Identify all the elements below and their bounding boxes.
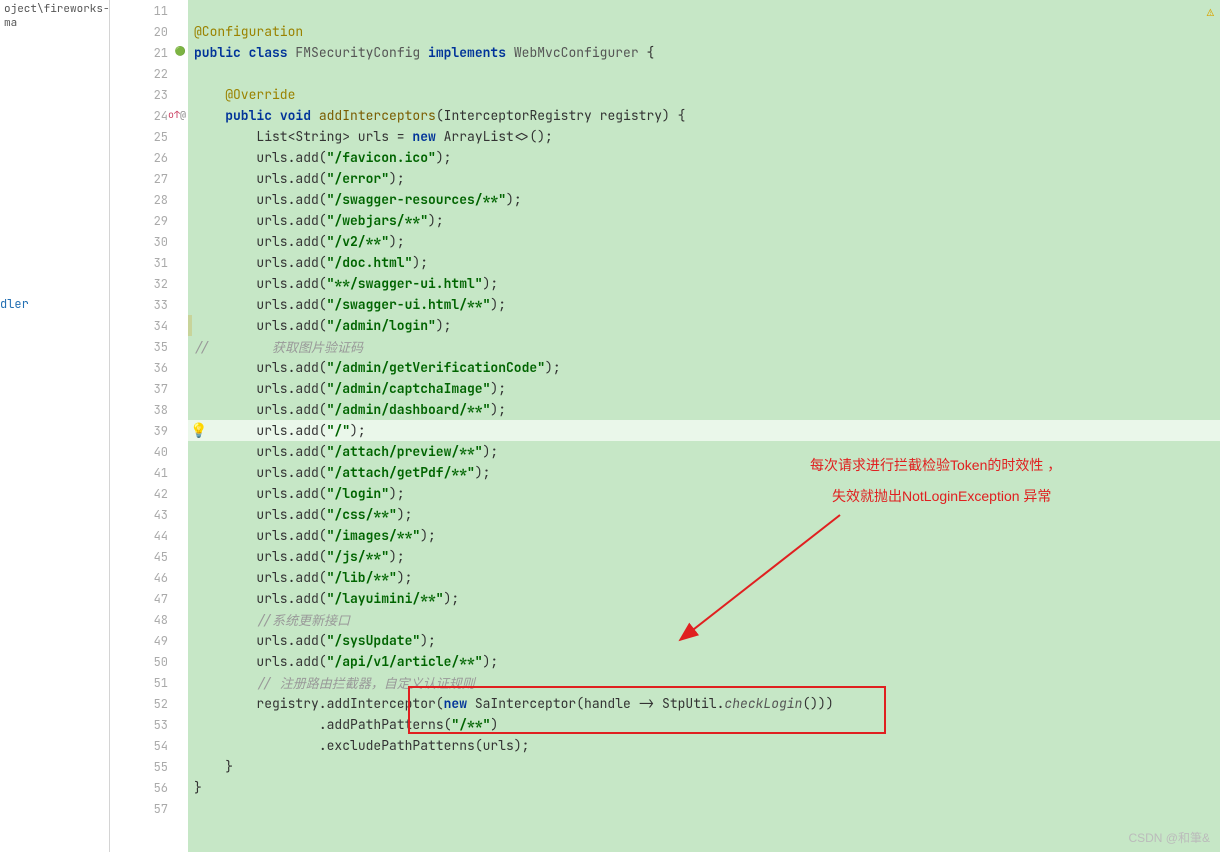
gutter-line-56[interactable]: 56 (110, 777, 188, 798)
gutter-line-21[interactable]: 21🟢 (110, 42, 188, 63)
code-line-35[interactable]: // 获取图片验证码 (188, 336, 1220, 357)
gutter-line-48[interactable]: 48 (110, 609, 188, 630)
gutter-line-41[interactable]: 41 (110, 462, 188, 483)
code-line-42[interactable]: urls.add("/login"); (188, 483, 1220, 504)
code-line-56[interactable]: } (188, 777, 1220, 798)
gutter-line-22[interactable]: 22 (110, 63, 188, 84)
lightbulb-icon[interactable]: 💡 (190, 422, 207, 440)
code-line-40[interactable]: urls.add("/attach/preview/**"); (188, 441, 1220, 462)
gutter-line-38[interactable]: 38 (110, 399, 188, 420)
gutter-line-31[interactable]: 31 (110, 252, 188, 273)
gutter-line-44[interactable]: 44 (110, 525, 188, 546)
code-line-28[interactable]: urls.add("/swagger-resources/**"); (188, 189, 1220, 210)
code-line-47[interactable]: urls.add("/layuimini/**"); (188, 588, 1220, 609)
gutter-line-26[interactable]: 26 (110, 147, 188, 168)
code-line-48[interactable]: //系统更新接口 (188, 609, 1220, 630)
gutter-line-45[interactable]: 45 (110, 546, 188, 567)
gutter-line-30[interactable]: 30 (110, 231, 188, 252)
gutter-line-29[interactable]: 29 (110, 210, 188, 231)
gutter-line-51[interactable]: 51 (110, 672, 188, 693)
code-line-21[interactable]: public class FMSecurityConfig implements… (188, 42, 1220, 63)
code-line-11[interactable] (188, 0, 1220, 21)
warning-icon[interactable]: ⚠ (1207, 4, 1214, 20)
code-line-32[interactable]: urls.add("**/swagger-ui.html"); (188, 273, 1220, 294)
code-line-55[interactable]: } (188, 756, 1220, 777)
gutter-line-35[interactable]: 35 (110, 336, 188, 357)
gutter-line-52[interactable]: 52 (110, 693, 188, 714)
code-line-49[interactable]: urls.add("/sysUpdate"); (188, 630, 1220, 651)
code-line-51[interactable]: // 注册路由拦截器，自定义认证规则 (188, 672, 1220, 693)
change-marker (188, 315, 192, 336)
code-line-53[interactable]: .addPathPatterns("/**") (188, 714, 1220, 735)
code-line-34[interactable]: urls.add("/admin/login"); (188, 315, 1220, 336)
code-line-41[interactable]: urls.add("/attach/getPdf/**"); (188, 462, 1220, 483)
code-line-39[interactable]: urls.add("/");💡 (188, 420, 1220, 441)
editor-gutter[interactable]: 112021🟢222324o↑@252627282930313233343536… (110, 0, 188, 852)
ide-container: oject\fireworks-ma dler 112021🟢222324o↑@… (0, 0, 1220, 852)
code-line-33[interactable]: urls.add("/swagger-ui.html/**"); (188, 294, 1220, 315)
code-line-46[interactable]: urls.add("/lib/**"); (188, 567, 1220, 588)
gutter-line-36[interactable]: 36 (110, 357, 188, 378)
class-icon: 🟢 (175, 45, 186, 57)
gutter-line-11[interactable]: 11 (110, 0, 188, 21)
code-line-50[interactable]: urls.add("/api/v1/article/**"); (188, 651, 1220, 672)
gutter-line-25[interactable]: 25 (110, 126, 188, 147)
code-line-38[interactable]: urls.add("/admin/dashboard/**"); (188, 399, 1220, 420)
gutter-line-27[interactable]: 27 (110, 168, 188, 189)
gutter-line-49[interactable]: 49 (110, 630, 188, 651)
code-line-23[interactable]: @Override (188, 84, 1220, 105)
gutter-line-43[interactable]: 43 (110, 504, 188, 525)
code-line-43[interactable]: urls.add("/css/**"); (188, 504, 1220, 525)
gutter-line-53[interactable]: 53 (110, 714, 188, 735)
code-line-45[interactable]: urls.add("/js/**"); (188, 546, 1220, 567)
gutter-line-55[interactable]: 55 (110, 756, 188, 777)
watermark: CSDN @和筆& (1128, 829, 1210, 846)
project-panel[interactable]: oject\fireworks-ma dler (0, 0, 110, 852)
code-line-54[interactable]: .excludePathPatterns(urls); (188, 735, 1220, 756)
gutter-line-28[interactable]: 28 (110, 189, 188, 210)
code-line-29[interactable]: urls.add("/webjars/**"); (188, 210, 1220, 231)
code-line-22[interactable] (188, 63, 1220, 84)
gutter-line-33[interactable]: 33 (110, 294, 188, 315)
gutter-line-24[interactable]: 24o↑@ (110, 105, 188, 126)
gutter-line-46[interactable]: 46 (110, 567, 188, 588)
code-line-26[interactable]: urls.add("/favicon.ico"); (188, 147, 1220, 168)
code-editor[interactable]: ⚠ @Configurationpublic class FMSecurityC… (188, 0, 1220, 852)
gutter-line-34[interactable]: 34 (110, 315, 188, 336)
code-line-52[interactable]: registry.addInterceptor(new SaIntercepto… (188, 693, 1220, 714)
gutter-line-20[interactable]: 20 (110, 21, 188, 42)
project-path-label: oject\fireworks-ma (0, 0, 114, 32)
code-line-36[interactable]: urls.add("/admin/getVerificationCode"); (188, 357, 1220, 378)
gutter-line-32[interactable]: 32 (110, 273, 188, 294)
code-line-37[interactable]: urls.add("/admin/captchaImage"); (188, 378, 1220, 399)
gutter-line-23[interactable]: 23 (110, 84, 188, 105)
gutter-line-54[interactable]: 54 (110, 735, 188, 756)
gutter-line-57[interactable]: 57 (110, 798, 188, 819)
gutter-line-37[interactable]: 37 (110, 378, 188, 399)
annotation-text-2: 失效就抛出NotLoginException 异常 (832, 486, 1051, 506)
code-line-44[interactable]: urls.add("/images/**"); (188, 525, 1220, 546)
override-icon: o↑@ (168, 108, 186, 122)
code-line-57[interactable] (188, 798, 1220, 819)
code-line-31[interactable]: urls.add("/doc.html"); (188, 252, 1220, 273)
gutter-line-40[interactable]: 40 (110, 441, 188, 462)
code-line-24[interactable]: public void addInterceptors(InterceptorR… (188, 105, 1220, 126)
code-line-30[interactable]: urls.add("/v2/**"); (188, 231, 1220, 252)
gutter-line-42[interactable]: 42 (110, 483, 188, 504)
code-line-25[interactable]: List<String> urls = new ArrayList<>(); (188, 126, 1220, 147)
gutter-line-39[interactable]: 39 (110, 420, 188, 441)
code-line-27[interactable]: urls.add("/error"); (188, 168, 1220, 189)
gutter-line-47[interactable]: 47 (110, 588, 188, 609)
tree-item-handler[interactable]: dler (0, 296, 29, 312)
code-line-20[interactable]: @Configuration (188, 21, 1220, 42)
annotation-text-1: 每次请求进行拦截检验Token的时效性 ， (810, 455, 1061, 475)
gutter-line-50[interactable]: 50 (110, 651, 188, 672)
